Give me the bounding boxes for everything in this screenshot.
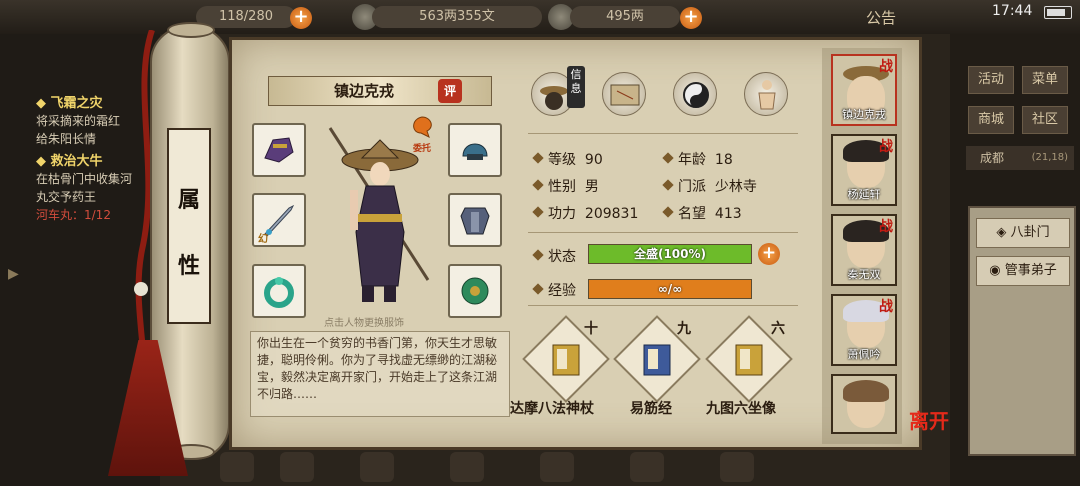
stat-age: 年龄 18 [678, 152, 733, 168]
stat-power: 功力 209831 [548, 206, 639, 222]
quest-progress: 河车丸：1/12 [36, 208, 111, 222]
silver-counter: 495两 [570, 6, 680, 28]
leave-button[interactable]: 离开 [906, 410, 952, 454]
capacity-plus-button[interactable]: + [290, 7, 312, 29]
toolbar-icon[interactable] [630, 452, 664, 482]
manual-book-icon [552, 344, 580, 376]
illusion-tag: 幻 [258, 234, 268, 245]
body-meridian-icon [758, 80, 776, 110]
quest-line: 给朱阳长情 [36, 132, 97, 146]
roster-card[interactable]: 战 杨延轩 [831, 134, 897, 206]
toolbar-icon[interactable] [220, 452, 254, 482]
manual-book-icon [735, 344, 763, 376]
scroll-char: 属 [177, 188, 200, 213]
armor-icon [460, 207, 490, 235]
toolbar-icon[interactable] [360, 452, 394, 482]
battery-icon [1044, 6, 1072, 19]
meridian-button[interactable] [744, 72, 788, 116]
bagua-gate-button[interactable]: ◈ 八卦门 [976, 218, 1070, 248]
status-bar: 全盛(100%) [588, 244, 752, 264]
character-name: 镇边克戎 [333, 82, 394, 100]
community-button[interactable]: 社区 [1022, 106, 1068, 134]
status-label: 状态 [548, 249, 576, 265]
expand-arrow-icon[interactable]: ▶ [8, 266, 22, 286]
quest-title[interactable]: ◆ 飞霜之灾 [36, 92, 103, 111]
jade-bead [134, 282, 148, 296]
skill-name: 达摩八法神杖 [510, 401, 594, 417]
helmet-icon [462, 143, 488, 160]
city-location[interactable]: 成都 (21,18) [966, 146, 1074, 170]
toolbar-icon[interactable] [540, 452, 574, 482]
roster-card[interactable]: 战 镇边克戎 [831, 54, 897, 126]
equip-slot-weapon[interactable]: 幻 [252, 193, 306, 247]
exp-bar: ∞/∞ [588, 279, 752, 299]
equip-slot-ring[interactable] [252, 264, 306, 318]
clock: 17:44 [992, 3, 1033, 19]
equip-slot-helmet[interactable] [448, 123, 502, 177]
equip-slot-gloves[interactable] [252, 123, 306, 177]
exp-bar-label: ∞/∞ [657, 282, 683, 296]
manual-book-icon [643, 344, 671, 376]
skill-name: 九图六坐像 [706, 401, 776, 417]
map-scroll-icon [610, 84, 640, 106]
map-button[interactable] [602, 72, 646, 116]
notice-button[interactable]: 公告 [866, 7, 896, 28]
quest-line: 丸交予药王 [36, 190, 97, 204]
info-tag: 信息 [567, 66, 585, 108]
gloves-icon [264, 137, 294, 163]
skill-level: 六 [771, 321, 785, 337]
equip-slot-armor[interactable] [448, 193, 502, 247]
menu-button[interactable]: 菜单 [1022, 66, 1068, 94]
stat-fame: 名望 413 [678, 206, 742, 222]
roster-card[interactable] [831, 374, 897, 434]
change-outfit-hint: 点击人物更换服饰 [324, 318, 404, 329]
stat-gender: 性别 男 [548, 179, 599, 195]
steward-disciple-button[interactable]: ◉ 管事弟子 [976, 256, 1070, 286]
evaluate-button[interactable]: 评 [438, 79, 462, 103]
skill-level: 九 [677, 321, 691, 337]
equip-slot-amulet[interactable] [448, 264, 502, 318]
character-bio: 你出生在一个贫穷的书香门第，你天生才思敏捷，聪明伶俐。你为了寻找虚无缥缈的江湖秘… [250, 331, 510, 417]
activity-button[interactable]: 活动 [968, 66, 1014, 94]
scroll-char: 性 [177, 254, 200, 279]
divider [528, 305, 798, 306]
roster-card[interactable]: 战 萧佩吟 [831, 294, 897, 366]
restore-status-button[interactable]: + [758, 243, 780, 265]
side-panel: ◈ 八卦门 ◉ 管事弟子 [968, 206, 1076, 456]
top-resource-bar: 118/280 + 563两355文 495两 + 公告 17:44 [0, 0, 1080, 34]
status-bar-label: 全盛(100%) [633, 247, 707, 261]
toolbar-icon[interactable] [720, 452, 754, 482]
quest-line: 将采摘来的霜红 [36, 114, 121, 128]
bottom-toolbar [200, 450, 940, 486]
jade-ring-icon [264, 277, 294, 308]
bagua-button[interactable] [673, 72, 717, 116]
shop-button[interactable]: 商城 [968, 106, 1014, 134]
quest-line: 在枯骨门中收集河 [36, 172, 133, 186]
character-portrait[interactable] [322, 122, 440, 308]
skill-name: 易筋经 [630, 401, 672, 417]
exp-label: 经验 [548, 283, 576, 299]
silver-plus-button[interactable]: + [680, 7, 702, 29]
quest-title[interactable]: ◆ 救治大牛 [36, 150, 103, 169]
copper-counter: 563两355文 [372, 6, 542, 28]
divider [528, 133, 798, 134]
roster-card[interactable]: 战 秦无双 [831, 214, 897, 286]
toolbar-icon[interactable] [280, 452, 314, 482]
bagua-icon [683, 82, 709, 108]
attribute-scroll-label: 属 性 [167, 128, 211, 324]
stat-school: 门派 少林寺 [678, 179, 757, 195]
jade-amulet-icon [461, 277, 489, 305]
divider [528, 232, 798, 233]
toolbar-icon[interactable] [450, 452, 484, 482]
stat-level: 等级 90 [548, 152, 603, 168]
scroll-cap-top [167, 22, 215, 38]
